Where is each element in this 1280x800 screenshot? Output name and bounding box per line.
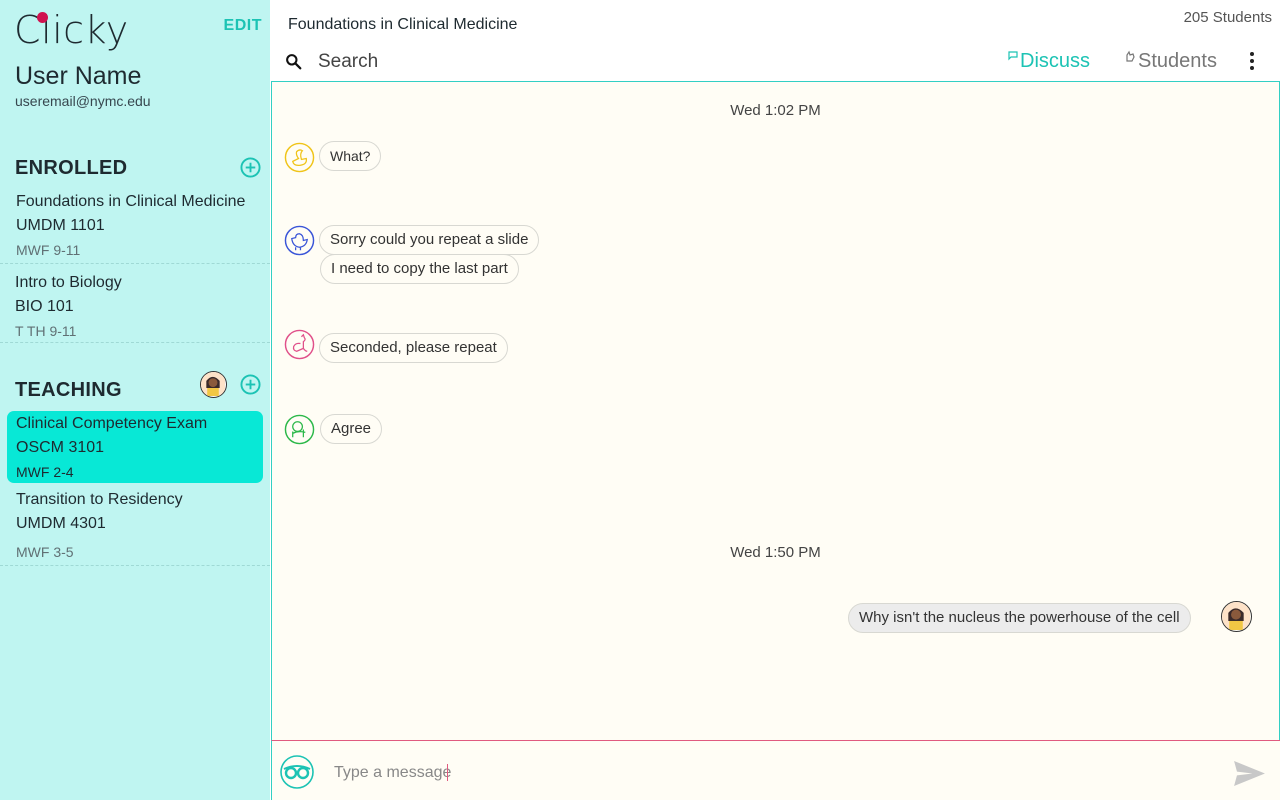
timestamp: Wed 1:02 PM bbox=[730, 102, 821, 119]
course-code: OSCM 3101 bbox=[16, 439, 105, 456]
course-time: MWF 3-5 bbox=[16, 544, 74, 560]
search-input[interactable] bbox=[316, 49, 876, 75]
more-options-icon[interactable] bbox=[1246, 52, 1258, 72]
chat-message: I need to copy the last part bbox=[320, 254, 519, 284]
enrolled-heading: ENROLLED bbox=[15, 157, 128, 179]
chat-message: Sorry could you repeat a slide bbox=[319, 225, 540, 255]
course-title: Foundations in Clinical Medicine bbox=[16, 193, 246, 210]
app-logo: Clicky bbox=[14, 8, 129, 52]
text-caret bbox=[447, 764, 448, 781]
flag-icon bbox=[1008, 51, 1018, 65]
send-icon[interactable] bbox=[1233, 760, 1266, 787]
teaching-course-item[interactable]: Transition to Residency UMDM 4301 MWF 3-… bbox=[0, 488, 270, 566]
page-title: Foundations in Clinical Medicine bbox=[288, 16, 518, 33]
chat-message: What? bbox=[319, 141, 382, 171]
timestamp: Wed 1:50 PM bbox=[730, 544, 821, 561]
user-avatar bbox=[1221, 601, 1252, 632]
add-teaching-course-icon[interactable] bbox=[240, 374, 261, 395]
course-title: Clinical Competency Exam bbox=[16, 415, 208, 432]
teacher-avatar bbox=[200, 371, 227, 398]
course-code: UMDM 4301 bbox=[16, 515, 106, 532]
lion-icon bbox=[284, 414, 315, 445]
chat-message-own: Why isn't the nucleus the powerhouse of … bbox=[848, 603, 1191, 633]
student-count: 205 Students bbox=[1183, 9, 1272, 26]
course-time: MWF 9-11 bbox=[16, 242, 81, 258]
message-input[interactable] bbox=[332, 761, 1212, 785]
course-code: BIO 101 bbox=[15, 298, 74, 315]
edit-button[interactable]: EDIT bbox=[224, 17, 262, 35]
add-enrolled-course-icon[interactable] bbox=[240, 157, 261, 178]
chat-message: Agree bbox=[320, 414, 383, 444]
glasses-avatar-icon bbox=[280, 755, 314, 789]
tab-discuss[interactable]: Discuss bbox=[1008, 50, 1090, 73]
sidebar: Clicky EDIT User Name useremail@nymc.edu… bbox=[0, 0, 270, 800]
chat-panel[interactable]: Wed 1:02 PM What? Sorry could you repeat… bbox=[271, 81, 1280, 741]
course-title: Transition to Residency bbox=[16, 491, 183, 508]
user-email: useremail@nymc.edu bbox=[15, 93, 151, 109]
person-avatar-icon bbox=[1222, 602, 1250, 630]
duck-icon bbox=[284, 142, 315, 173]
teaching-course-item-active[interactable]: Clinical Competency Exam OSCM 3101 MWF 2… bbox=[7, 411, 263, 483]
person-avatar-icon bbox=[201, 372, 225, 396]
message-composer bbox=[271, 740, 1280, 800]
logo-dot bbox=[37, 12, 48, 23]
kangaroo-icon bbox=[284, 329, 315, 360]
tab-students[interactable]: Students bbox=[1124, 50, 1217, 73]
course-time: MWF 2-4 bbox=[16, 464, 74, 480]
teaching-heading: TEACHING bbox=[15, 379, 122, 401]
course-title: Intro to Biology bbox=[15, 274, 122, 291]
user-name: User Name bbox=[15, 62, 142, 90]
chat-message: Seconded, please repeat bbox=[319, 333, 508, 363]
enrolled-course-item[interactable]: Intro to Biology BIO 101 T TH 9-11 bbox=[0, 271, 270, 343]
tab-label: Students bbox=[1138, 50, 1217, 72]
enrolled-course-item[interactable]: Foundations in Clinical Medicine UMDM 11… bbox=[0, 190, 270, 264]
tab-label: Discuss bbox=[1020, 50, 1091, 72]
chicken-icon bbox=[284, 225, 315, 256]
hand-icon bbox=[1124, 50, 1136, 65]
course-code: UMDM 1101 bbox=[16, 217, 105, 234]
search-icon bbox=[286, 54, 302, 70]
course-time: T TH 9-11 bbox=[15, 323, 77, 339]
